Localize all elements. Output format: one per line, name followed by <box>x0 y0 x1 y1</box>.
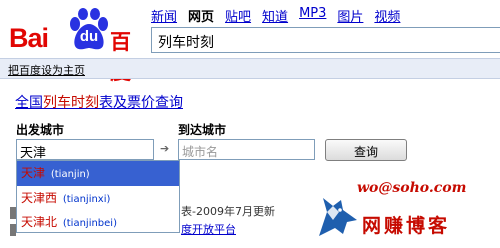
suggestion-pinyin: (tianjinxi) <box>62 194 111 205</box>
update-info: 表-2009年7月更新 <box>181 205 275 218</box>
open-platform-link[interactable]: 度开放平台 <box>181 221 236 237</box>
suggestion-item[interactable]: 天津 (tianjin) <box>17 161 179 186</box>
top-nav: 新闻 网页 贴吧 知道 MP3 图片 视频 <box>151 6 411 25</box>
watermark-email: wo@soho.com <box>357 180 467 196</box>
nav-video[interactable]: 视频 <box>374 6 400 25</box>
suggestion-city: 天津北 <box>21 215 58 229</box>
suggestion-item[interactable]: 天津北 (tianjinbei) <box>17 210 179 234</box>
search-input[interactable]: 列车时刻 <box>151 27 500 53</box>
nav-tieba[interactable]: 贴吧 <box>225 6 251 25</box>
title-suffix: 表及票价查询 <box>99 95 183 111</box>
from-city-input[interactable]: 天津 <box>16 139 154 161</box>
suggestion-city: 天津西 <box>21 191 58 205</box>
title-prefix: 全国 <box>15 95 43 111</box>
wolf-logo-icon <box>319 198 357 236</box>
baidu-logo[interactable]: Bai du 百度 <box>9 6 144 84</box>
nav-images[interactable]: 图片 <box>337 6 363 25</box>
query-button[interactable]: 查询 <box>325 139 407 161</box>
logo-text-du: du <box>79 28 99 45</box>
logo-text-bai: Bai <box>9 23 49 53</box>
set-homepage-link[interactable]: 把百度设为主页 <box>8 64 85 77</box>
nav-zhidao[interactable]: 知道 <box>262 6 288 25</box>
sub-bar: 把百度设为主页 <box>0 58 500 79</box>
suggestion-city: 天津 <box>21 166 46 180</box>
watermark-name: 网赚博客 <box>362 215 451 237</box>
from-city-label: 出发城市 <box>16 123 65 137</box>
arrow-right-icon: ➔ <box>160 142 170 155</box>
nav-news[interactable]: 新闻 <box>151 6 177 25</box>
to-city-label: 到达城市 <box>178 123 227 137</box>
hidden-text-fragment <box>10 224 16 236</box>
hidden-text-fragment <box>10 207 16 219</box>
title-highlight: 列车时刻 <box>43 95 99 111</box>
page-title[interactable]: 全国列车时刻表及票价查询 <box>15 92 183 112</box>
suggestion-item[interactable]: 天津西 (tianjinxi) <box>17 186 179 210</box>
to-city-input[interactable]: 城市名 <box>178 139 315 160</box>
nav-web: 网页 <box>188 10 215 25</box>
city-suggestions-dropdown: 天津 (tianjin) 天津西 (tianjinxi) 天津北 (tianji… <box>16 160 180 233</box>
nav-mp3[interactable]: MP3 <box>299 6 326 24</box>
suggestion-pinyin: (tianjinbei) <box>62 218 117 229</box>
suggestion-pinyin: (tianjin) <box>50 169 90 180</box>
